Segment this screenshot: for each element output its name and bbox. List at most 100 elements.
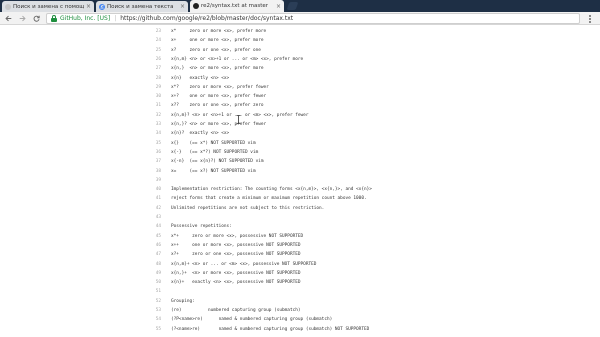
browser-toolbar: GitHub, Inc. [US] | https://github.com/g… (0, 12, 600, 25)
url-separator: | (114, 15, 117, 22)
code-line: 37 x{-n} (== x{n}?) NOT SUPPORTED vim (143, 157, 264, 166)
line-number[interactable]: 32 (143, 111, 161, 120)
line-number[interactable]: 47 (143, 250, 161, 259)
code-line: 28 x{n} exactly <n> <x> (143, 74, 229, 83)
url-text[interactable]: https://github.com/google/re2/blob/maste… (120, 15, 293, 22)
code-line: 25 x? zero or one <x>, prefer one (143, 46, 261, 55)
line-number[interactable]: 51 (143, 287, 161, 296)
line-number[interactable]: 33 (143, 120, 161, 129)
line-text: x= (== x?) NOT SUPPORTED vim (171, 168, 256, 174)
line-text: (re) numbered capturing group (submatch) (171, 308, 301, 313)
google-favicon-icon (99, 3, 105, 10)
line-number[interactable]: 34 (143, 129, 161, 138)
line-number[interactable]: 52 (143, 297, 161, 306)
line-number[interactable]: 25 (143, 46, 161, 55)
tab-re2-syntax[interactable]: re2/syntax.txt at master × (190, 0, 284, 12)
line-number[interactable]: 41 (143, 194, 161, 203)
line-text: Implementation restriction: The counting… (171, 187, 372, 193)
line-number[interactable]: 38 (143, 167, 161, 176)
line-number[interactable]: 40 (143, 185, 161, 194)
line-number[interactable]: 44 (143, 222, 161, 231)
line-text: x{n,m} <n> or <n>+1 or ... or <m> <x>, p… (171, 56, 304, 62)
doc-favicon-icon (5, 3, 11, 10)
line-number[interactable]: 29 (143, 83, 161, 92)
line-text: x+? one or more <x>, prefer fewer (171, 94, 267, 100)
line-number[interactable]: 28 (143, 74, 161, 83)
code-line: 24 x+ one or more <x>, prefer more (143, 36, 264, 45)
line-number[interactable]: 24 (143, 36, 161, 45)
code-line: 47 x?+ zero or one <x>, possessive NOT SU… (143, 250, 301, 259)
line-number[interactable]: 23 (143, 27, 161, 36)
line-text: x{-} (== x*?) NOT SUPPORTED vim (171, 149, 259, 155)
code-line: 45 x*+ zero or more <x>, possessive NOT S… (143, 232, 303, 241)
tab-label: Поиск и замена текста (107, 3, 174, 10)
new-tab-button[interactable] (286, 2, 299, 10)
code-line: 27 x{n,} <n> or more <x>, prefer more (143, 64, 264, 73)
line-text: x{n,}+ <n> or more <x>, possessive NOT S… (171, 270, 301, 276)
line-number[interactable]: 42 (143, 204, 161, 213)
line-text: x?+ zero or one <x>, possessive NOT SUPP… (171, 252, 301, 258)
line-number[interactable]: 45 (143, 232, 161, 241)
line-text: x{n}? exactly <n> <x> (171, 131, 230, 137)
line-number[interactable]: 54 (143, 315, 161, 324)
line-text: x{n,} <n> or more <x>, prefer more (171, 66, 264, 72)
line-number[interactable]: 30 (143, 92, 161, 101)
code-line: 32 x{n,m}? <n> or <n>+1 or ... or <m> <x>… (143, 111, 309, 120)
line-text: Possessive repetitions: (171, 224, 232, 230)
code-line: 40 Implementation restriction: The counti… (143, 185, 372, 194)
code-line: 36 x{-} (== x*?) NOT SUPPORTED vim (143, 148, 259, 157)
text-cursor-icon (236, 115, 241, 124)
line-number[interactable]: 26 (143, 55, 161, 64)
more-vert-icon[interactable] (585, 13, 595, 24)
code-line: 33 x{n,}? <n> or more <x>, prefer fewer (143, 120, 266, 129)
line-number[interactable]: 31 (143, 101, 161, 110)
line-text: x{n}+ exactly <n> <x>, possessive NOT SU… (171, 280, 301, 286)
line-text: x++ one or more <x>, possessive NOT SUPP… (171, 242, 301, 248)
code-line: 23 x* zero or more <x>, prefer more (143, 27, 266, 36)
line-number[interactable]: 39 (143, 176, 161, 185)
tab-search-replace-2[interactable]: Поиск и замена текста × (96, 1, 188, 12)
line-number[interactable]: 46 (143, 241, 161, 250)
code-line: 51 (143, 287, 171, 296)
code-line: 31 x?? zero or one <x>, prefer zero (143, 101, 264, 110)
arrow-right-icon[interactable] (17, 13, 28, 24)
code-line: 38 x= (== x?) NOT SUPPORTED vim (143, 167, 256, 176)
line-text: (?<name>re) named & numbered capturing g… (171, 326, 370, 332)
code-line: 55 (?<name>re) named & numbered capturing… (143, 325, 370, 334)
line-number[interactable]: 35 (143, 139, 161, 148)
code-line: 50 x{n}+ exactly <n> <x>, possessive NOT … (143, 278, 301, 287)
line-number[interactable]: 49 (143, 269, 161, 278)
arrow-left-icon[interactable] (3, 13, 14, 24)
line-number[interactable]: 36 (143, 148, 161, 157)
line-text: x* zero or more <x>, prefer more (171, 29, 267, 34)
tab-search-replace-1[interactable]: Поиск и замена с помощ × (2, 1, 94, 12)
tab-label: re2/syntax.txt at master (201, 3, 268, 9)
reload-icon[interactable] (31, 13, 42, 24)
line-number[interactable]: 55 (143, 325, 161, 334)
code-line: 43 (143, 213, 171, 222)
address-bar[interactable]: GitHub, Inc. [US] | https://github.com/g… (46, 13, 580, 24)
line-text: x+ one or more <x>, prefer more (171, 38, 264, 44)
tab-close-icon[interactable]: × (180, 3, 185, 10)
code-line: 34 x{n}? exactly <n> <x> (143, 129, 229, 138)
tab-close-icon[interactable]: × (86, 3, 91, 10)
code-line: 44 Possessive repetitions: (143, 222, 232, 231)
line-text: (?P<name>re) named & numbered capturing … (171, 317, 333, 323)
line-number[interactable]: 48 (143, 260, 161, 269)
line-text: x?? zero or one <x>, prefer zero (171, 103, 264, 109)
line-number[interactable]: 53 (143, 306, 161, 315)
site-identity[interactable]: GitHub, Inc. [US] (60, 15, 110, 22)
line-number[interactable]: 43 (143, 213, 161, 222)
line-number[interactable]: 37 (143, 157, 161, 166)
tab-close-icon[interactable]: × (276, 3, 281, 10)
lock-icon (51, 15, 57, 22)
line-text: x{} (== x*) NOT SUPPORTED vim (171, 140, 256, 146)
code-line: 54 (?P<name>re) named & numbered capturin… (143, 315, 333, 324)
line-text: Grouping: (171, 298, 195, 304)
line-number[interactable]: 27 (143, 64, 161, 73)
line-text: x{n,m}+ <n> or ... or <m> <x>, possessiv… (171, 261, 317, 267)
line-text: x{-n} (== x{n}?) NOT SUPPORTED vim (171, 159, 264, 165)
code-line: 49 x{n,}+ <n> or more <x>, possessive NOT… (143, 269, 301, 278)
line-number[interactable]: 50 (143, 278, 161, 287)
line-text: x{n,}? <n> or more <x>, prefer fewer (171, 122, 267, 127)
